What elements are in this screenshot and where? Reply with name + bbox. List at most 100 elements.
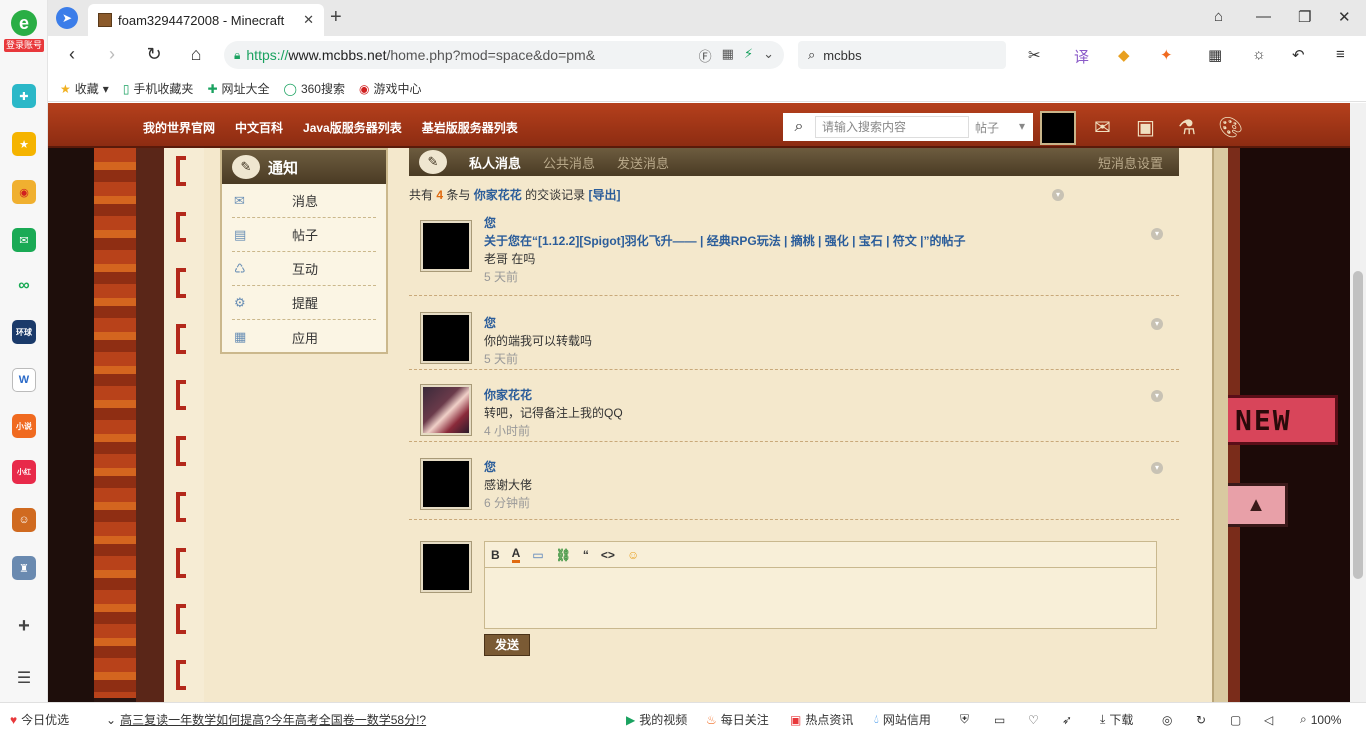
palette-icon[interactable]: 🎨︎ [1218,115,1243,140]
restore-icon[interactable]: ❐ [1298,8,1311,26]
apps-grid-icon[interactable]: ▦ [1208,46,1222,64]
menu-icon[interactable]: ≡ [1336,46,1345,63]
envelope-icon[interactable]: ✉ [1094,115,1111,140]
my-videos[interactable]: ▶ 我的视频 [626,711,687,728]
browser-logo[interactable]: e 登录账号 [4,10,44,58]
browser-tab[interactable]: foam3294472008 - Minecraft ✕ [88,4,324,36]
shield-icon[interactable]: ⛨ [960,712,969,727]
reply-textarea[interactable] [485,568,1156,628]
nav-java-servers[interactable]: Java版服务器列表 [303,119,402,136]
avatar[interactable] [421,221,471,271]
export-link[interactable]: [导出] [588,188,620,202]
message-subject-link[interactable]: 关于您在“[1.12.2][Spigot]羽化飞升—— | 经典RPG玩法 | … [484,232,966,250]
site-credit[interactable]: 💧︎ 网站信用 [874,711,931,728]
news-headline[interactable]: ⌄ 高三复读一年数学如何提高?今年高考全国卷一数学58分!? [106,711,426,728]
sidebar-item-interactions[interactable]: ♺ 互动 [232,252,376,286]
image-icon[interactable]: ▭ [994,713,1005,727]
font-color-icon[interactable]: A [511,546,521,563]
emoji-icon[interactable]: ☺ [627,548,639,562]
rocket-icon[interactable]: ➶ [1062,713,1072,727]
nav-bedrock-servers[interactable]: 基岩版服务器列表 [422,119,518,136]
plus-app-icon[interactable]: ✚ [12,84,36,108]
new-badge-icon[interactable]: NEW [1224,395,1338,445]
avatar[interactable] [421,385,471,435]
shield-extension-icon[interactable]: ◆ [1118,46,1130,64]
today-picks[interactable]: ♥ 今日优选 [10,711,69,728]
minimize-icon[interactable]: — [1256,8,1271,25]
browser-search-box[interactable]: ⌕ mcbbs [798,41,1006,69]
f-extension-icon[interactable]: Ⓕ [699,46,712,65]
sidebar-item-apps[interactable]: ▦ 应用 [232,320,376,354]
nav-wiki[interactable]: 中文百科 [235,119,283,136]
undo-icon[interactable]: ↶ [1292,46,1305,64]
tab-private-messages[interactable]: 私人消息 [469,153,521,172]
sidebar-item-messages[interactable]: ✉ 消息 [232,184,376,218]
tab-public-messages[interactable]: 公共消息 [543,153,595,172]
message-author[interactable]: 你家花花 [484,386,623,404]
cloud-link-icon[interactable]: ∞ [12,274,36,298]
daily-focus[interactable]: ♨ 每日关注 [706,711,769,728]
bookmark-sites[interactable]: ✚ 网址大全 [207,80,269,97]
login-account-label[interactable]: 登录账号 [4,39,44,52]
brightness-icon[interactable]: ☼ [1252,46,1266,63]
sidebar-item-reminders[interactable]: ⚙ 提醒 [232,286,376,320]
game2-icon[interactable]: ♜ [12,556,36,580]
tab-send-message[interactable]: 发送消息 [617,153,669,172]
scissors-icon[interactable]: ✂ [1028,46,1041,64]
close-window-icon[interactable]: ✕ [1338,8,1351,26]
conversation-user-link[interactable]: 你家花花 [474,188,522,202]
message-collapse-icon[interactable]: ▾ [1151,390,1163,402]
mask-icon[interactable]: ◎ [1162,713,1172,727]
sidebar-item-posts[interactable]: ▤ 帖子 [232,218,376,252]
bookmark-favorites[interactable]: ★ 收藏 ▾ [60,80,109,97]
url-text[interactable]: https://www.mcbbs.net/home.php?mod=space… [246,47,626,63]
hot-news[interactable]: ▣ 热点资讯 [790,711,853,728]
potion-icon[interactable]: ⚗ [1178,115,1196,140]
avatar[interactable] [421,313,471,363]
image-icon[interactable]: ▭ [532,548,543,562]
bold-icon[interactable]: B [491,548,500,562]
address-bar[interactable]: 🔒︎ https://www.mcbbs.net/home.php?mod=sp… [224,41,784,69]
quote-icon[interactable]: “ [583,548,589,562]
chevron-down-icon[interactable]: ⌄ [763,46,774,65]
game-icon[interactable]: ☺ [12,508,36,532]
add-app-icon[interactable]: + [12,614,36,638]
new-tab-icon[interactable]: + [330,6,342,29]
forward-icon[interactable]: › [100,44,124,65]
avatar[interactable] [421,459,471,509]
box-icon[interactable]: ▣ [1136,115,1155,140]
message-collapse-icon[interactable]: ▾ [1151,318,1163,330]
bookmark-360[interactable]: ◯ 360搜索 [284,80,345,97]
send-button[interactable]: 发送 [484,634,530,656]
game-controller-icon[interactable]: ✦ [1160,46,1173,64]
reload-icon[interactable]: ↻ [142,44,166,65]
message-collapse-icon[interactable]: ▾ [1151,228,1163,240]
global-shop-icon[interactable]: 环球 [12,320,36,344]
message-author[interactable]: 您 [484,314,592,332]
tab-close-icon[interactable]: ✕ [303,12,314,28]
page-scrollbar[interactable] [1350,103,1366,702]
collapse-all-icon[interactable]: ▾ [1052,189,1064,201]
message-author[interactable]: 您 [484,214,966,232]
window-icon[interactable]: ▢ [1230,713,1241,727]
bookmark-games[interactable]: ◉ 游戏中心 [359,80,422,97]
volume-icon[interactable]: ◁ [1264,713,1273,727]
home-icon[interactable]: ⌂ [184,44,208,65]
translate-icon[interactable]: 译 [1074,46,1089,67]
download[interactable]: ⤓ 下载 [1100,711,1133,728]
lightning-icon[interactable]: ⚡ [744,46,753,65]
word-doc-icon[interactable]: W [12,368,36,392]
user-avatar[interactable] [1040,111,1076,145]
skin-shirt-icon[interactable]: ⌂ [1214,8,1223,25]
menu-list-icon[interactable]: ☰ [12,666,36,690]
zoom-control[interactable]: ⌕ 100% [1300,712,1341,727]
scroll-top-icon[interactable]: ▲ [1224,483,1288,527]
weibo-icon[interactable]: ◉ [12,180,36,204]
mail-icon[interactable]: ✉ [12,228,36,252]
nav-minecraft-official[interactable]: 我的世界官网 [143,119,215,136]
qr-code-icon[interactable]: ▦ [722,46,734,65]
star-favorites-icon[interactable]: ★ [12,132,36,156]
search-icon[interactable]: ⌕ [783,118,815,136]
search-scope-select[interactable]: 帖子 ▾ [969,119,1033,136]
xiaohongbao-icon[interactable]: 小红 [12,460,36,484]
